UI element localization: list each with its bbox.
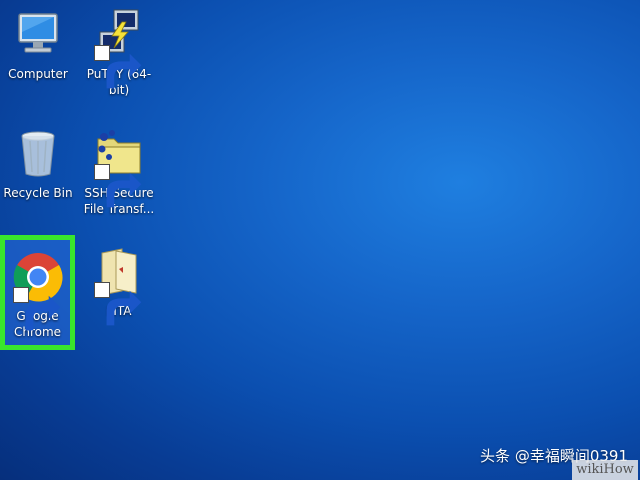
desktop-icon-computer[interactable]: Computer bbox=[0, 8, 76, 82]
wikihow-logo: wikiHow bbox=[572, 460, 638, 480]
icon-label: Recycle Bin bbox=[3, 186, 73, 200]
desktop-icon-recycle-bin[interactable]: Recycle Bin bbox=[0, 127, 76, 201]
putty-icon bbox=[92, 8, 146, 89]
desktop-icon-ssh-secure-file-transfer[interactable]: SSH Secure File Transf... bbox=[81, 127, 157, 217]
desktop-icon-mta[interactable]: MTA bbox=[81, 245, 157, 326]
computer-icon bbox=[11, 8, 65, 62]
desktop: Computer PuTTY (64-bit) Recycle Bin SSH … bbox=[0, 0, 640, 480]
shortcut-arrow-icon bbox=[94, 164, 142, 208]
icon-label: Computer bbox=[8, 67, 68, 81]
desktop-icon-putty[interactable]: PuTTY (64-bit) bbox=[81, 8, 157, 98]
folder-icon bbox=[92, 245, 146, 326]
shortcut-arrow-icon bbox=[94, 282, 142, 326]
recycle-bin-icon bbox=[11, 127, 65, 181]
ssh-secure-file-transfer-icon bbox=[92, 127, 146, 208]
desktop-icon-google-chrome[interactable]: Google Chrome bbox=[0, 235, 75, 350]
shortcut-arrow-icon bbox=[12, 287, 60, 331]
shortcut-arrow-icon bbox=[94, 45, 142, 89]
chrome-icon bbox=[11, 250, 65, 331]
